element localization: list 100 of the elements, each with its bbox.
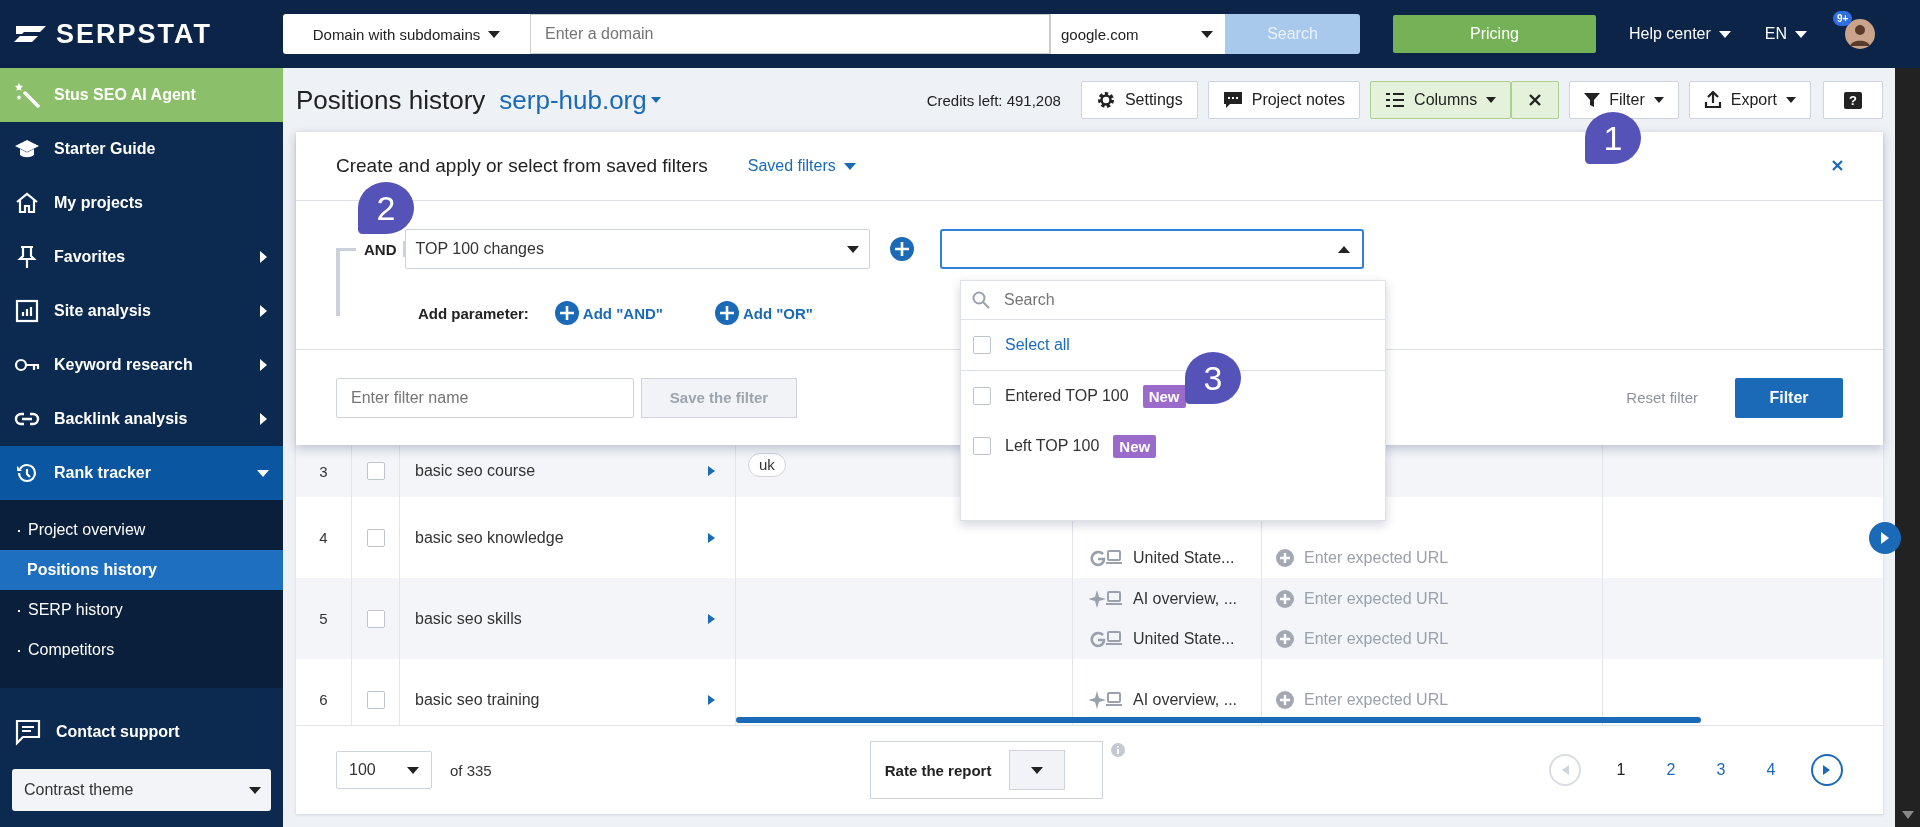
caret-down-icon[interactable] — [1901, 811, 1914, 819]
option-label[interactable]: Left TOP 100 — [1005, 437, 1100, 455]
sidebar-item[interactable]: Starter Guide — [0, 122, 283, 176]
engine-dropdown[interactable]: google.com — [1050, 14, 1225, 54]
home-icon — [14, 191, 40, 215]
sparkle-laptop-icon — [1089, 689, 1123, 710]
row-checkbox[interactable] — [366, 609, 385, 628]
engine-label: AI overview, ... — [1133, 589, 1238, 608]
caret-right-icon — [257, 359, 269, 371]
caret-right-icon[interactable] — [708, 532, 715, 543]
settings-button[interactable]: Settings — [1080, 81, 1198, 119]
total-count: of 335 — [450, 761, 492, 779]
search-type-dropdown[interactable]: Domain with subdomains — [283, 14, 530, 54]
submenu-item[interactable]: Project overview — [0, 510, 283, 550]
row-checkbox[interactable] — [366, 462, 385, 480]
engine-label: United State... — [1133, 629, 1235, 648]
apply-filter-button[interactable]: Filter — [1735, 377, 1843, 418]
previous-page-button[interactable] — [1549, 754, 1581, 786]
theme-dropdown[interactable]: Contrast theme — [12, 769, 271, 811]
close-button[interactable] — [1511, 81, 1560, 119]
caret-right-icon — [1823, 765, 1831, 775]
add-and-button[interactable]: Add "AND" — [554, 301, 663, 325]
saved-filters-dropdown[interactable]: Saved filters — [747, 157, 856, 175]
new-badge: New — [1113, 434, 1157, 458]
sidebar-item[interactable]: Backlink analysis — [0, 392, 283, 446]
submenu-item[interactable]: SERP history — [0, 590, 283, 630]
help-button[interactable]: ? — [1823, 81, 1883, 119]
parameter-dropdown[interactable]: TOP 100 changes — [404, 229, 870, 269]
page-link[interactable]: 4 — [1761, 761, 1781, 779]
value-dropdown[interactable] — [939, 229, 1364, 269]
submenu-item[interactable]: Positions history — [0, 550, 283, 590]
caret-right-icon[interactable] — [708, 466, 715, 476]
submenu-item[interactable]: Competitors — [0, 630, 283, 670]
help-center-menu[interactable]: Help center — [1629, 25, 1731, 43]
chat-icon — [14, 718, 42, 746]
plus-circle-icon[interactable] — [1276, 548, 1294, 567]
caret-right-icon[interactable] — [708, 694, 715, 705]
rate-label: Rate the report — [884, 761, 992, 779]
plus-circle-icon[interactable] — [1276, 589, 1294, 608]
close-icon — [1528, 93, 1543, 107]
engine-label: AI overview, ... — [1133, 690, 1238, 709]
project-notes-button[interactable]: Project notes — [1207, 81, 1361, 119]
option-label[interactable]: Entered TOP 100 — [1005, 387, 1129, 405]
google-laptop-icon — [1089, 628, 1123, 649]
per-page-dropdown[interactable]: 100 — [336, 751, 432, 789]
new-badge: New — [1142, 384, 1186, 408]
add-parameter-label: Add parameter: — [418, 304, 529, 322]
export-button[interactable]: Export — [1688, 81, 1812, 119]
contact-support-button[interactable]: Contact support — [0, 707, 283, 757]
page-link[interactable]: 1 — [1611, 761, 1631, 779]
caret-right-icon — [257, 413, 269, 425]
option-checkbox[interactable] — [973, 437, 991, 455]
next-page-button[interactable] — [1811, 754, 1843, 786]
keyword-cell: basic seo training — [415, 690, 540, 709]
option-checkbox[interactable] — [973, 387, 991, 405]
caret-right-icon — [257, 305, 269, 317]
sidebar-item[interactable]: Favorites — [0, 230, 283, 284]
language-menu[interactable]: EN — [1764, 25, 1808, 43]
caret-right-icon — [1881, 532, 1889, 544]
row-checkbox[interactable] — [366, 690, 385, 709]
horizontal-scrollbar[interactable] — [736, 717, 1701, 723]
sidebar-item[interactable]: Site analysis — [0, 284, 283, 338]
plus-icon — [714, 301, 739, 325]
keyword-cell: basic seo course — [415, 462, 536, 480]
upload-icon — [1703, 91, 1722, 109]
close-icon — [1832, 159, 1843, 171]
engine-label: United State... — [1133, 548, 1235, 567]
comment-icon — [1222, 90, 1243, 110]
chart-icon — [14, 299, 40, 323]
row-checkbox[interactable] — [366, 528, 385, 547]
info-icon[interactable] — [1110, 743, 1125, 757]
sidebar-item[interactable]: Keyword research — [0, 338, 283, 392]
domain-input[interactable]: Enter a domain — [530, 14, 1050, 54]
filter-panel-title: Create and apply or select from saved filters — [336, 155, 708, 177]
magic-wand-icon — [14, 82, 40, 108]
credits-text: Credits left: 491,208 — [926, 91, 1061, 109]
caret-right-icon — [257, 251, 269, 263]
add-or-button[interactable]: Add "OR" — [714, 301, 813, 325]
keyword-cell: basic seo knowledge — [415, 528, 564, 547]
google-laptop-icon — [1089, 547, 1123, 568]
tag: uk — [748, 453, 786, 477]
sidebar-item[interactable]: My projects — [0, 176, 283, 230]
filter-button[interactable]: Filter — [1569, 81, 1679, 119]
project-dropdown[interactable]: serp-hub.org — [499, 84, 661, 116]
sidebar-item[interactable]: Rank tracker — [0, 446, 283, 500]
add-icon[interactable] — [889, 237, 914, 261]
plus-circle-icon[interactable] — [1276, 690, 1294, 709]
filter-icon — [1584, 92, 1601, 108]
page-link[interactable]: 2 — [1661, 761, 1681, 779]
sparkle-laptop-icon — [1089, 588, 1123, 609]
caret-right-icon[interactable] — [708, 613, 715, 624]
logo-text[interactable]: SERPSTAT — [56, 18, 212, 50]
settings-icon — [1095, 90, 1116, 110]
vertical-scrollbar[interactable] — [1895, 68, 1920, 827]
page-link[interactable]: 3 — [1711, 761, 1731, 779]
rating-dropdown[interactable] — [1009, 750, 1066, 790]
columns-icon — [1385, 92, 1406, 108]
filter-name-input[interactable]: Enter filter name — [336, 377, 634, 418]
columns-button[interactable]: Columns — [1370, 81, 1512, 119]
plus-circle-icon[interactable] — [1276, 629, 1294, 648]
